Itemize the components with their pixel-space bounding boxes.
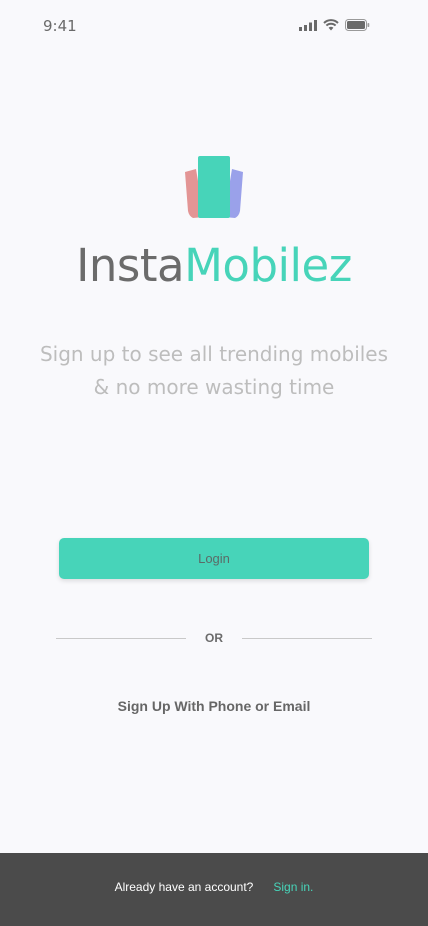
footer: Already have an account? Sign in. bbox=[0, 853, 428, 926]
phones-stack-icon bbox=[182, 156, 246, 220]
brand-name-part2: Mobilez bbox=[184, 239, 352, 292]
footer-prompt: Already have an account? bbox=[114, 880, 254, 894]
status-bar: 9:41 bbox=[0, 0, 428, 52]
signup-phone-email-link[interactable]: Sign Up With Phone or Email bbox=[0, 698, 428, 714]
or-divider: OR bbox=[56, 630, 372, 648]
brand-name-part1: Insta bbox=[76, 239, 185, 292]
tagline-line1: Sign up to see all trending mobiles bbox=[39, 342, 389, 366]
wifi-icon bbox=[323, 19, 339, 31]
footer-content: Already have an account? Sign in. bbox=[0, 880, 428, 894]
battery-icon bbox=[345, 19, 370, 31]
login-button[interactable]: Login bbox=[59, 538, 369, 579]
signal-icon bbox=[299, 19, 317, 31]
sign-in-link[interactable]: Sign in. bbox=[273, 880, 313, 894]
divider-line-right bbox=[242, 638, 372, 639]
status-time: 9:41 bbox=[43, 17, 77, 35]
status-icons bbox=[299, 19, 370, 31]
tagline-line2: & no more wasting time bbox=[93, 375, 335, 399]
brand-title: InstaMobilez bbox=[0, 236, 428, 296]
tagline: Sign up to see all trending mobiles & no… bbox=[0, 338, 428, 404]
